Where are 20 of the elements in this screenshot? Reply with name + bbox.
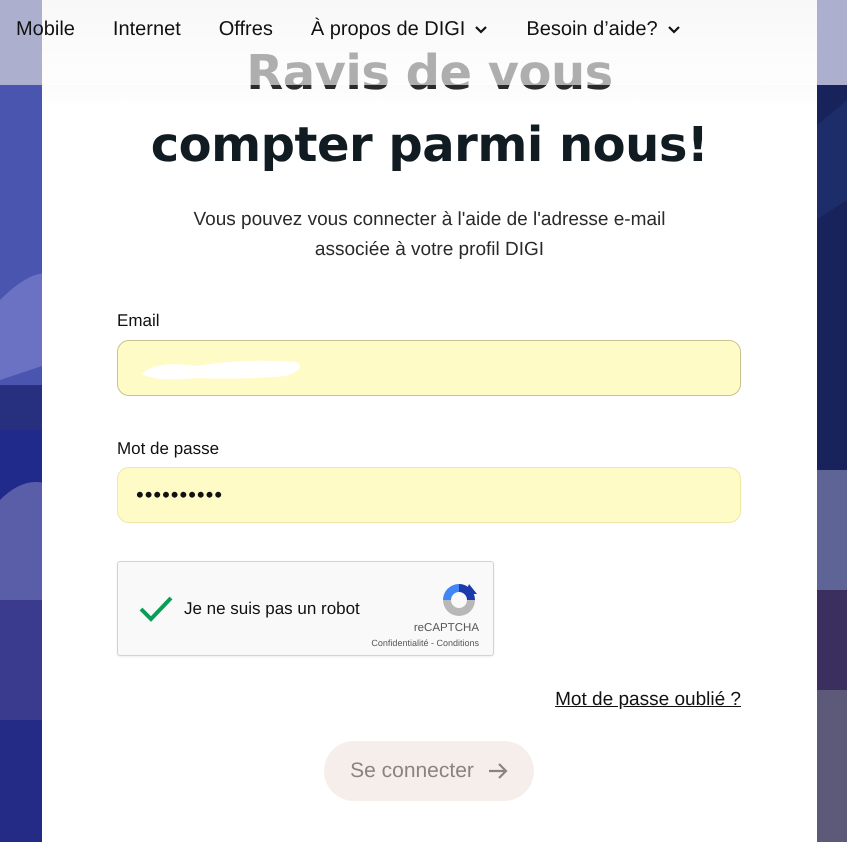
captcha-label: Je ne suis pas un robot [184,598,361,620]
nav-link[interactable]: Internet [112,13,181,45]
heading: Ravis de vous [246,49,613,97]
field-label: Email [117,310,160,332]
password-field[interactable]: •••••••••• [117,467,741,523]
nav-link[interactable]: Mobile [16,13,75,45]
terms-link[interactable]: Conditions [436,638,479,648]
email-field[interactable] [117,340,741,396]
arrow-right-icon [488,762,508,780]
forgot-password-link[interactable]: Mot de passe oublié ? [555,686,741,714]
intro-text: Vous pouvez vous connecter à l'aide de l'adresse e-mail associée à votre profil DIGI [192,208,666,262]
privacy-link[interactable]: Confidentialité [371,638,428,648]
checkmark-icon[interactable] [138,594,174,622]
captcha-brand: reCAPTCHA [414,621,479,636]
separator: - [430,638,435,648]
nav-link[interactable]: Besoin d’aide? [526,13,681,45]
nav-link[interactable]: À propos de DIGI [310,13,488,45]
nav-link[interactable]: Offres [218,13,273,45]
heading: compter parmi nous! [150,116,710,175]
field-label: Mot de passe [117,438,220,460]
